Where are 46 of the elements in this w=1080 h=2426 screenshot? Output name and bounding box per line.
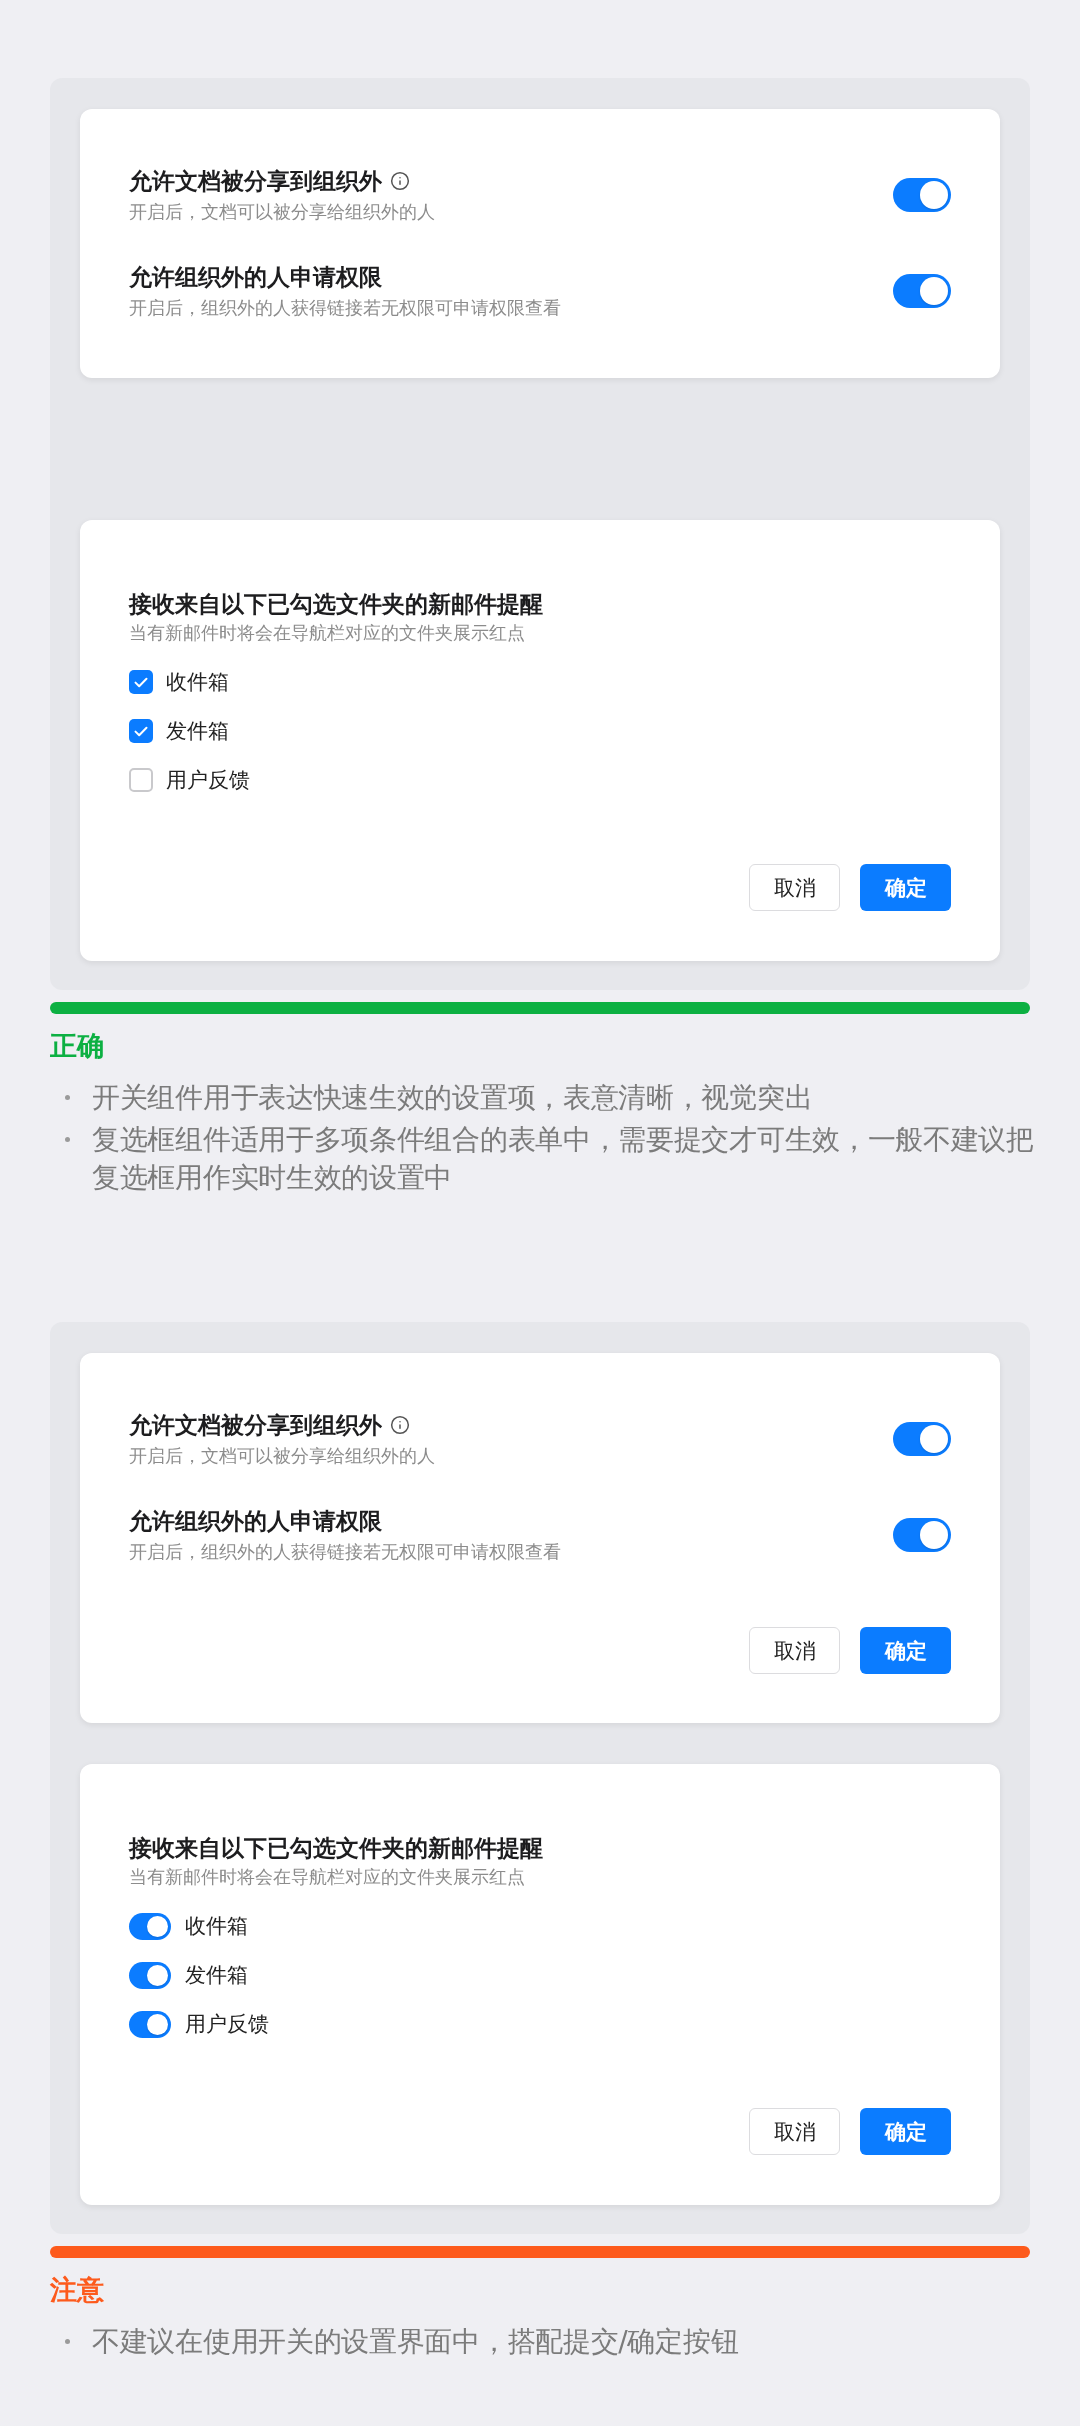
confirm-button[interactable]: 确定 [860, 1627, 951, 1674]
option-label: 发件箱 [166, 718, 229, 745]
option-label: 用户反馈 [166, 767, 250, 794]
checkbox[interactable] [129, 719, 153, 743]
setting-title: 允许文档被分享到组织外 [129, 1411, 382, 1440]
option-label: 收件箱 [166, 669, 229, 696]
cancel-button[interactable]: 取消 [749, 864, 840, 911]
toggle-switch[interactable] [893, 178, 951, 212]
check-icon [134, 676, 148, 688]
setting-description: 当有新邮件时将会在导航栏对应的文件夹展示红点 [129, 621, 526, 645]
note-text: 开关组件用于表达快速生效的设置项，表意清晰，视觉突出 [92, 1080, 813, 1116]
setting-description: 开启后，组织外的人获得链接若无权限可申请权限查看 [129, 296, 561, 320]
note-text: 不建议在使用开关的设置界面中，搭配提交/确定按钮 [92, 2324, 739, 2360]
setting-description: 当有新邮件时将会在导航栏对应的文件夹展示红点 [129, 1865, 526, 1889]
setting-description: 开启后，文档可以被分享给组织外的人 [129, 200, 435, 224]
confirm-button[interactable]: 确定 [860, 2108, 951, 2155]
info-icon[interactable] [390, 171, 410, 191]
bullet-icon [65, 2339, 70, 2344]
option-label: 收件箱 [185, 1913, 248, 1940]
cancel-button[interactable]: 取消 [749, 1627, 840, 1674]
checkbox[interactable] [129, 768, 153, 792]
confirm-button[interactable]: 确定 [860, 864, 951, 911]
option-label: 用户反馈 [185, 2011, 269, 2038]
setting-title: 允许组织外的人申请权限 [129, 263, 382, 292]
setting-title: 接收来自以下已勾选文件夹的新邮件提醒 [129, 590, 544, 619]
bullet-icon [65, 1095, 70, 1100]
note-text: 复选框组件适用于多项条件组合的表单中，需要提交才可生效，一般不建议把复选框用作实时生效的设置中 [92, 1122, 1035, 1196]
bullet-icon [65, 1137, 70, 1142]
info-icon[interactable] [390, 1415, 410, 1435]
toggle-switch[interactable] [129, 1912, 171, 1940]
checkbox[interactable] [129, 670, 153, 694]
setting-description: 开启后，组织外的人获得链接若无权限可申请权限查看 [129, 1540, 561, 1564]
check-icon [134, 725, 148, 737]
toggle-switch[interactable] [129, 2010, 171, 2038]
cancel-button[interactable]: 取消 [749, 2108, 840, 2155]
verdict-heading: 正确 [50, 1029, 104, 1063]
verdict-heading: 注意 [50, 2273, 104, 2307]
setting-title: 允许组织外的人申请权限 [129, 1507, 382, 1536]
toggle-switch[interactable] [893, 1518, 951, 1552]
setting-description: 开启后，文档可以被分享给组织外的人 [129, 1444, 435, 1468]
toggle-switch[interactable] [893, 274, 951, 308]
option-label: 发件箱 [185, 1962, 248, 1989]
setting-title: 接收来自以下已勾选文件夹的新邮件提醒 [129, 1834, 544, 1863]
toggle-switch[interactable] [129, 1961, 171, 1989]
setting-title: 允许文档被分享到组织外 [129, 167, 382, 196]
toggle-switch[interactable] [893, 1422, 951, 1456]
